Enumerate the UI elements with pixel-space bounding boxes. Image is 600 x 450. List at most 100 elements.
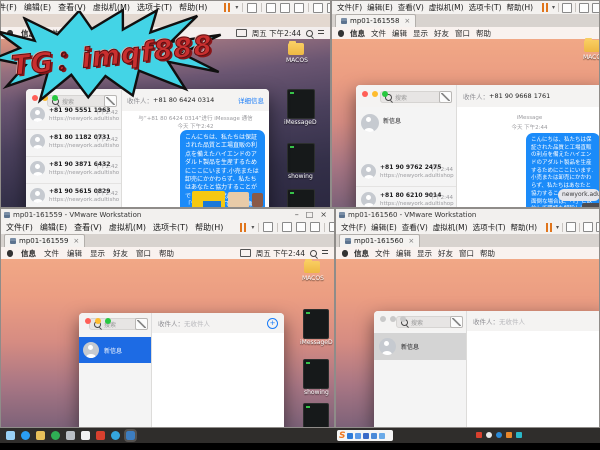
snapshot-manager-icon[interactable] [294, 3, 304, 13]
pause-button[interactable] [224, 3, 231, 12]
mac-menu-messages[interactable]: 信息 [21, 248, 36, 259]
vmware-workstation-taskbar-icon[interactable] [126, 431, 135, 440]
mac-menu-edit[interactable]: 编辑 [67, 248, 82, 259]
terminal-icon[interactable] [303, 403, 329, 428]
skype-icon[interactable] [111, 431, 120, 440]
mac-menu-messages[interactable]: 信息 [354, 248, 369, 259]
window-titlebar[interactable]: mp01-161559 - VMware Workstation –□× [1, 209, 334, 220]
mac-menu-file[interactable]: 文件 [371, 28, 386, 39]
terminal-icon[interactable] [287, 89, 315, 119]
conversation-row[interactable]: +81 90 5615 0829 下午2:42 https://newyork.… [26, 183, 121, 208]
menubar-clock[interactable]: 周五 下午2:44 [252, 28, 301, 39]
app-icon-red[interactable] [96, 431, 105, 440]
sogou-ime-bar[interactable]: S [337, 430, 393, 441]
conversation-row[interactable]: +81 90 3871 6432 下午2:42 https://newyork.… [26, 156, 121, 184]
mac-menu-messages[interactable]: 信息 [350, 28, 365, 39]
vm-tab[interactable]: mp01-161558× [335, 14, 416, 27]
ime-mic-icon[interactable] [363, 433, 369, 439]
mac-menu-buddies[interactable]: 好友 [438, 248, 453, 259]
menu-edit[interactable]: 编辑(E) [24, 2, 51, 13]
revert-snapshot-icon[interactable] [592, 3, 599, 13]
show-library-icon[interactable] [313, 3, 323, 13]
menu-file[interactable]: 文件(F) [337, 2, 362, 13]
display-icon[interactable] [240, 249, 251, 257]
macos-folder-icon[interactable] [584, 40, 599, 52]
menu-vm[interactable]: 虚拟机(M) [109, 222, 146, 233]
terminal-icon[interactable] [303, 309, 329, 339]
compose-button[interactable] [439, 91, 452, 103]
mac-menu-help[interactable]: 帮助 [480, 248, 495, 259]
spotlight-icon[interactable] [310, 250, 317, 257]
send-ctrl-alt-del-icon[interactable] [566, 222, 576, 232]
zoom-button[interactable] [105, 318, 111, 324]
mac-menu-view[interactable]: 显示 [413, 28, 428, 39]
pause-caret-icon[interactable]: ▾ [235, 4, 238, 11]
menu-view[interactable]: 查看(V) [402, 222, 428, 233]
tray-icon-white[interactable] [486, 432, 492, 438]
notification-center-icon[interactable] [322, 250, 328, 256]
menu-file[interactable]: 文件(F) [6, 222, 33, 233]
menu-edit[interactable]: 编辑(E) [367, 2, 393, 13]
zoom-button[interactable] [382, 91, 388, 97]
ime-toolbox-icon[interactable] [379, 433, 385, 439]
window-titlebar[interactable]: mp01-161560 - VMware Workstation [336, 209, 599, 220]
close-window-button[interactable]: × [320, 210, 327, 219]
pause-button[interactable] [546, 223, 553, 232]
menu-edit[interactable]: 编辑(E) [40, 222, 67, 233]
mac-menu-help[interactable]: 帮助 [476, 28, 491, 39]
mac-menu-window[interactable]: 窗口 [455, 28, 470, 39]
to-value[interactable]: +81 90 9668 1761 [489, 92, 550, 100]
mac-menu-edit[interactable]: 编辑 [392, 28, 407, 39]
to-value[interactable]: +81 80 6424 0314 [153, 96, 214, 104]
image-attachment-preview[interactable] [228, 192, 249, 208]
app-icon-gray[interactable] [66, 431, 75, 440]
mac-menu-edit[interactable]: 编辑 [396, 248, 411, 259]
apple-logo-icon[interactable] [342, 250, 348, 257]
menu-vm[interactable]: 虚拟机(M) [429, 2, 464, 13]
revert-snapshot-icon[interactable] [280, 3, 290, 13]
send-ctrl-alt-del-icon[interactable] [263, 222, 273, 232]
snapshot-manager-icon[interactable] [310, 222, 320, 232]
edge-icon[interactable] [21, 431, 30, 440]
conversation-row-selected[interactable]: 新信息 [374, 333, 466, 360]
mac-menu-view[interactable]: 显示 [417, 248, 432, 259]
phone-app-icon[interactable] [81, 431, 90, 440]
mac-menu-window[interactable]: 窗口 [459, 248, 474, 259]
revert-snapshot-icon[interactable] [596, 222, 599, 232]
details-link[interactable]: 详细信息 [238, 95, 264, 105]
conversation-row[interactable]: +81 80 6210 9014 下午2:44 https://newyork.… [356, 187, 456, 208]
mac-menu-file[interactable]: 文件 [44, 248, 59, 259]
vm-tab[interactable]: mp01-161560× [339, 234, 420, 247]
compose-button[interactable] [135, 318, 148, 330]
conversation-row-selected[interactable]: 新信息 [79, 337, 151, 363]
conversation-row[interactable]: +81 90 9762 2475 下午2:44 https://newyork.… [356, 159, 456, 187]
zoom-button[interactable] [400, 316, 406, 322]
menu-tabs[interactable]: 选项卡(T) [473, 222, 506, 233]
menu-vm[interactable]: 虚拟机(M) [433, 222, 468, 233]
pause-caret-icon[interactable]: ▾ [552, 4, 555, 11]
menu-file[interactable]: 文件(F) [1, 2, 17, 13]
terminal-icon[interactable] [287, 143, 315, 173]
spotlight-icon[interactable] [306, 30, 313, 37]
menubar-clock[interactable]: 周五 下午2:44 [256, 248, 305, 259]
start-button[interactable] [6, 431, 15, 440]
apple-logo-icon[interactable] [338, 30, 344, 37]
revert-snapshot-icon[interactable] [296, 222, 306, 232]
ime-mode-icon[interactable] [347, 433, 353, 439]
ime-keyboard-icon[interactable] [371, 433, 377, 439]
menu-help[interactable]: 帮助(H) [511, 222, 538, 233]
maximize-window-button[interactable]: □ [306, 210, 314, 219]
console-view-icon[interactable] [327, 3, 330, 13]
close-button[interactable] [362, 91, 368, 97]
file-explorer-icon[interactable] [36, 431, 45, 440]
minimize-button[interactable] [95, 318, 101, 324]
menu-view[interactable]: 查看(V) [74, 222, 102, 233]
minimize-button[interactable] [372, 91, 378, 97]
add-recipient-button[interactable]: + [267, 318, 278, 329]
pause-button[interactable] [240, 223, 247, 232]
minimize-button[interactable] [390, 316, 396, 322]
snapshot-icon[interactable] [583, 222, 593, 232]
mac-menu-buddies[interactable]: 好友 [434, 28, 449, 39]
display-icon[interactable] [236, 29, 247, 37]
link-preview-bubble[interactable]: newyork.adultishop.c [558, 189, 599, 201]
